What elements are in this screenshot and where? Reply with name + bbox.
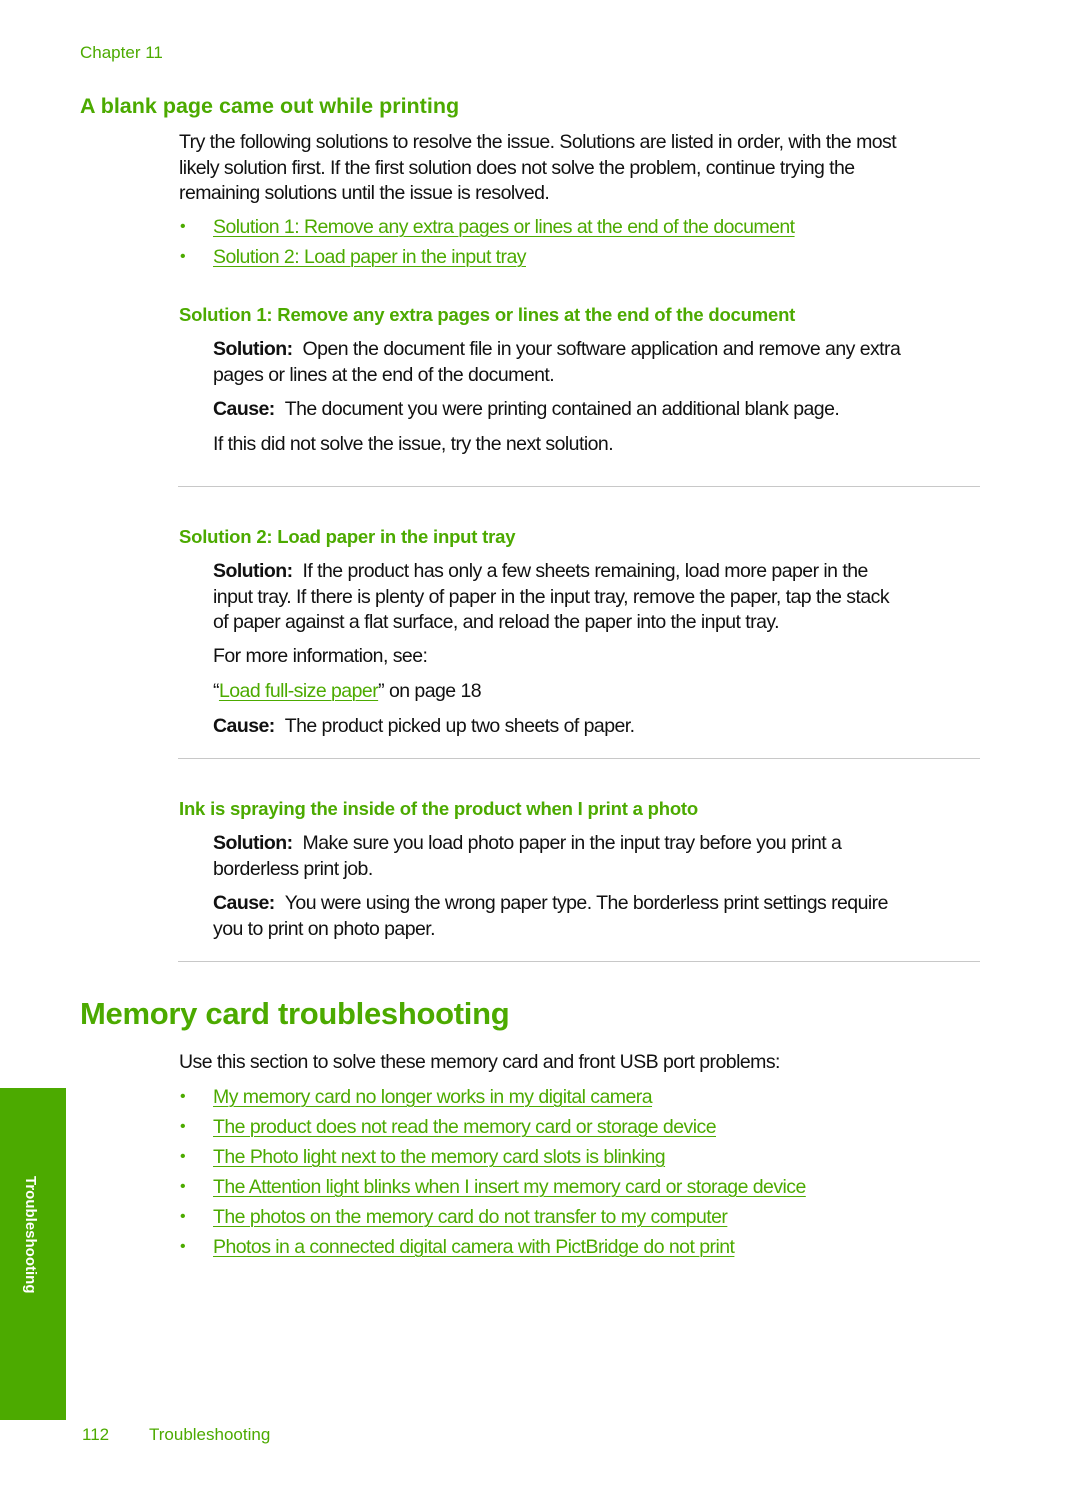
link-load-full-size-paper[interactable]: Load full-size paper (219, 680, 379, 702)
page-number: 112 (82, 1425, 110, 1444)
intro-line: Try the following solutions to resolve t… (179, 131, 897, 153)
side-tab: Troubleshooting (0, 1088, 66, 1420)
bullet-icon: • (180, 1208, 186, 1225)
divider (178, 758, 980, 759)
ink-spraying-heading: Ink is spraying the inside of the produc… (179, 798, 698, 819)
link-attention-light-blinks[interactable]: The Attention light blinks when I insert… (213, 1175, 806, 1201)
side-tab-label: Troubleshooting (22, 1176, 39, 1294)
link-solution-2[interactable]: Solution 2: Load paper in the input tray (213, 245, 527, 271)
solution-text: pages or lines at the end of the documen… (213, 363, 555, 386)
solution-label: Solution: (213, 832, 293, 854)
cause-text: You were using the wrong paper type. The… (284, 892, 889, 914)
link-photo-light-blinking[interactable]: The Photo light next to the memory card … (213, 1145, 666, 1171)
solution-2-solution: Solution: If the product has only a few s… (213, 559, 890, 636)
memory-card-title: Memory card troubleshooting (80, 996, 510, 1031)
cause-label: Cause: (213, 892, 275, 914)
cause-text: The document you were printing contained… (284, 398, 840, 420)
link-pictbridge-not-print[interactable]: Photos in a connected digital camera wit… (213, 1235, 735, 1261)
link-memory-card-camera[interactable]: My memory card no longer works in my dig… (213, 1085, 653, 1111)
bullet-icon: • (180, 248, 186, 265)
link-photos-not-transfer[interactable]: The photos on the memory card do not tra… (213, 1205, 728, 1231)
link-solution-1[interactable]: Solution 1: Remove any extra pages or li… (213, 215, 795, 241)
bullet-icon: • (180, 1118, 186, 1135)
solution-1-cause: Cause: The document you were printing con… (213, 397, 840, 423)
cause-text: you to print on photo paper. (213, 917, 436, 940)
solution-1-solution: Solution: Open the document file in your … (213, 337, 901, 388)
bullet-icon: • (180, 1088, 186, 1105)
bullet-icon: • (180, 218, 186, 235)
solution-text: input tray. If there is plenty of paper … (213, 585, 890, 608)
solution-label: Solution: (213, 560, 293, 582)
memory-card-intro: Use this section to solve these memory c… (179, 1051, 780, 1073)
intro-line: remaining solutions until the issue is r… (179, 182, 550, 204)
bullet-icon: • (180, 1178, 186, 1195)
xref-page-ref: ” on page 18 (378, 680, 482, 702)
ink-spraying-solution: Solution: Make sure you load photo paper … (213, 831, 842, 882)
link-does-not-read-card[interactable]: The product does not read the memory car… (213, 1115, 717, 1141)
xref-load-paper: “Load full-size paper” on page 18 (213, 679, 482, 705)
solution-text: Open the document file in your software … (302, 338, 901, 360)
solution-text: If the product has only a few sheets rem… (302, 560, 869, 582)
cause-label: Cause: (213, 715, 275, 737)
solution-label: Solution: (213, 338, 293, 360)
more-info-text: For more information, see: (213, 645, 428, 667)
solution-text: Make sure you load photo paper in the in… (302, 832, 842, 854)
solution-1-heading: Solution 1: Remove any extra pages or li… (179, 304, 796, 325)
solution-text: of paper against a flat surface, and rel… (213, 611, 780, 633)
footer-section-title: Troubleshooting (149, 1425, 271, 1444)
solution-2-heading: Solution 2: Load paper in the input tray (179, 526, 516, 547)
bullet-icon: • (180, 1148, 186, 1165)
divider (178, 961, 980, 962)
section-heading-blank-page: A blank page came out while printing (80, 94, 460, 118)
bullet-icon: • (180, 1238, 186, 1255)
cause-text: The product picked up two sheets of pape… (284, 715, 635, 737)
solution-2-cause: Cause: The product picked up two sheets o… (213, 714, 635, 740)
divider (178, 486, 980, 487)
next-solution-note: If this did not solve the issue, try the… (213, 433, 614, 455)
ink-spraying-cause: Cause: You were using the wrong paper typ… (213, 891, 888, 942)
cause-label: Cause: (213, 398, 275, 420)
intro-paragraph: Try the following solutions to resolve t… (179, 130, 897, 207)
intro-line: likely solution first. If the first solu… (179, 156, 855, 179)
chapter-label: Chapter 11 (80, 43, 163, 62)
solution-text: borderless print job. (213, 857, 373, 880)
